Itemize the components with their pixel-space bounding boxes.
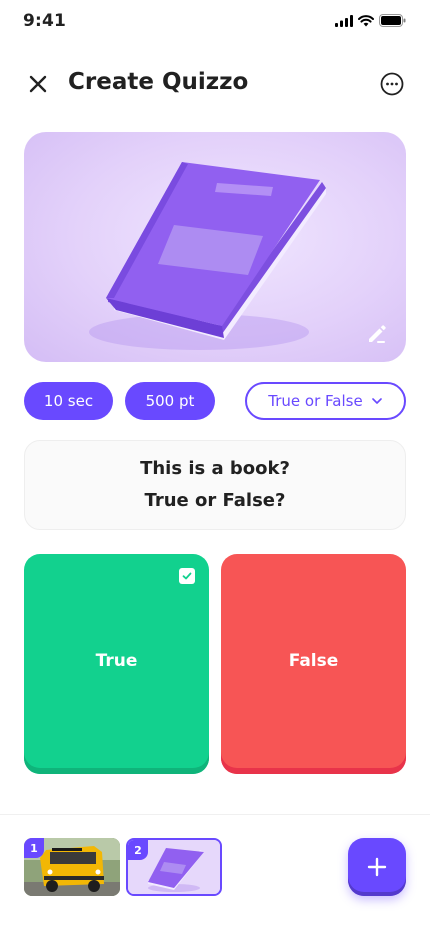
status-bar: 9:41	[0, 0, 430, 44]
time-limit-chip[interactable]: 10 sec	[24, 382, 113, 420]
question-cover-image[interactable]	[24, 132, 406, 362]
time-limit-label: 10 sec	[43, 392, 94, 410]
slide-thumbnail-2[interactable]: 2	[126, 838, 222, 896]
question-line-2: True or False?	[144, 490, 286, 511]
cellular-signal-icon	[335, 14, 353, 27]
edit-image-button[interactable]	[364, 320, 390, 346]
close-icon	[29, 75, 47, 93]
slide-number-2: 2	[128, 840, 148, 860]
answer-true-card[interactable]: True	[24, 554, 209, 774]
add-question-button[interactable]	[348, 838, 406, 896]
bottom-divider	[0, 814, 430, 815]
wifi-icon	[358, 14, 374, 26]
question-type-dropdown[interactable]: True or False	[245, 382, 406, 420]
slide-thumbnail-1[interactable]: 1	[24, 838, 120, 896]
question-text-field[interactable]: This is a book? True or False?	[24, 440, 406, 530]
pencil-icon	[369, 325, 386, 343]
battery-icon	[379, 14, 406, 27]
points-chip[interactable]: 500 pt	[125, 382, 215, 420]
status-time: 9:41	[23, 11, 67, 31]
answer-false-card[interactable]: False	[221, 554, 406, 774]
more-horizontal-icon	[380, 72, 404, 96]
chevron-down-icon	[371, 398, 382, 404]
more-options-button[interactable]	[380, 72, 404, 96]
question-line-1: This is a book?	[140, 458, 290, 479]
close-button[interactable]	[24, 70, 52, 98]
plus-icon	[367, 857, 387, 877]
answer-true-label: True	[95, 651, 138, 671]
status-icons	[335, 14, 406, 27]
answer-false-label: False	[288, 651, 339, 671]
header: Create Quizzo	[0, 60, 430, 108]
question-type-label: True or False	[268, 392, 363, 410]
page-title: Create Quizzo	[68, 69, 249, 95]
slide-number-1: 1	[24, 838, 44, 858]
book-illustration	[89, 162, 326, 350]
points-label: 500 pt	[145, 392, 195, 410]
